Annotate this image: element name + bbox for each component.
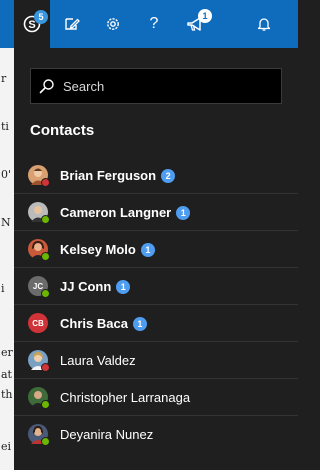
bell-icon	[257, 18, 271, 31]
compose-icon	[65, 18, 80, 30]
presence-available-indicator	[41, 215, 50, 224]
contact-item[interactable]: Kelsey Molo 1	[14, 231, 298, 268]
unread-count-badge: 1	[176, 205, 191, 220]
contact-item[interactable]: Brian Ferguson 2	[14, 157, 298, 194]
contact-name: JJ Conn	[60, 278, 112, 294]
avatar	[28, 165, 50, 187]
presence-busy-indicator	[41, 178, 50, 187]
presence-available-indicator	[41, 252, 50, 261]
background-document-edge: r ti 0' N i er at th ei	[0, 0, 14, 470]
settings-button[interactable]	[95, 0, 131, 48]
contact-name: Brian Ferguson	[60, 167, 157, 183]
compose-button[interactable]	[54, 0, 90, 48]
search-input[interactable]	[61, 77, 265, 95]
notifications-button[interactable]	[246, 0, 282, 48]
avatar	[28, 239, 50, 261]
avatar	[28, 202, 50, 224]
help-button[interactable]: ?	[136, 0, 172, 48]
presence-available-indicator	[41, 437, 50, 446]
contact-item[interactable]: Cameron Langner 1	[14, 194, 298, 231]
contact-item[interactable]: CB Chris Baca 1	[14, 305, 298, 342]
presence-busy-indicator	[41, 363, 50, 372]
unread-count-badge: 1	[132, 316, 147, 331]
avatar-initials: CB	[28, 313, 48, 333]
presence-available-indicator	[41, 289, 50, 298]
avatar	[28, 424, 50, 446]
presence-available-indicator	[41, 400, 50, 409]
skype-badge: 5	[34, 10, 48, 24]
announcement-badge: 1	[198, 9, 212, 23]
search-icon	[39, 79, 54, 94]
contact-item[interactable]: Deyanira Nunez	[14, 416, 298, 453]
contacts-pane: S 5 ? 1 Search Contacts Brian Ferguson 2…	[14, 0, 298, 470]
skype-button[interactable]: S 5	[14, 0, 50, 48]
contact-item[interactable]: Christopher Larranaga	[14, 379, 298, 416]
announcements-button[interactable]: 1	[178, 0, 214, 48]
contacts-heading: Contacts	[30, 122, 95, 139]
contact-name: Kelsey Molo	[60, 241, 136, 257]
avatar	[28, 350, 50, 372]
contact-list: Brian Ferguson 2 Cameron Langner 1 Kelsey …	[14, 157, 298, 453]
contact-name: Christopher Larranaga	[60, 389, 191, 405]
contact-name: Deyanira Nunez	[60, 427, 154, 442]
contact-name: Laura Valdez	[60, 352, 136, 368]
contact-item[interactable]: Laura Valdez	[14, 342, 298, 379]
contact-name: Chris Baca	[60, 315, 128, 331]
gear-icon	[107, 18, 119, 30]
unread-count-badge: 2	[161, 168, 176, 183]
unread-count-badge: 1	[140, 242, 155, 257]
top-toolbar: S 5 ? 1	[14, 0, 298, 48]
search-box[interactable]	[30, 68, 282, 104]
unread-count-badge: 1	[116, 279, 131, 294]
help-icon: ?	[149, 15, 159, 32]
contact-item[interactable]: JC JJ Conn 1	[14, 268, 298, 305]
avatar-initials-text: CB	[32, 318, 44, 328]
contact-name: Cameron Langner	[60, 204, 172, 220]
avatar	[28, 387, 50, 409]
avatar-initials: JC	[28, 276, 50, 298]
